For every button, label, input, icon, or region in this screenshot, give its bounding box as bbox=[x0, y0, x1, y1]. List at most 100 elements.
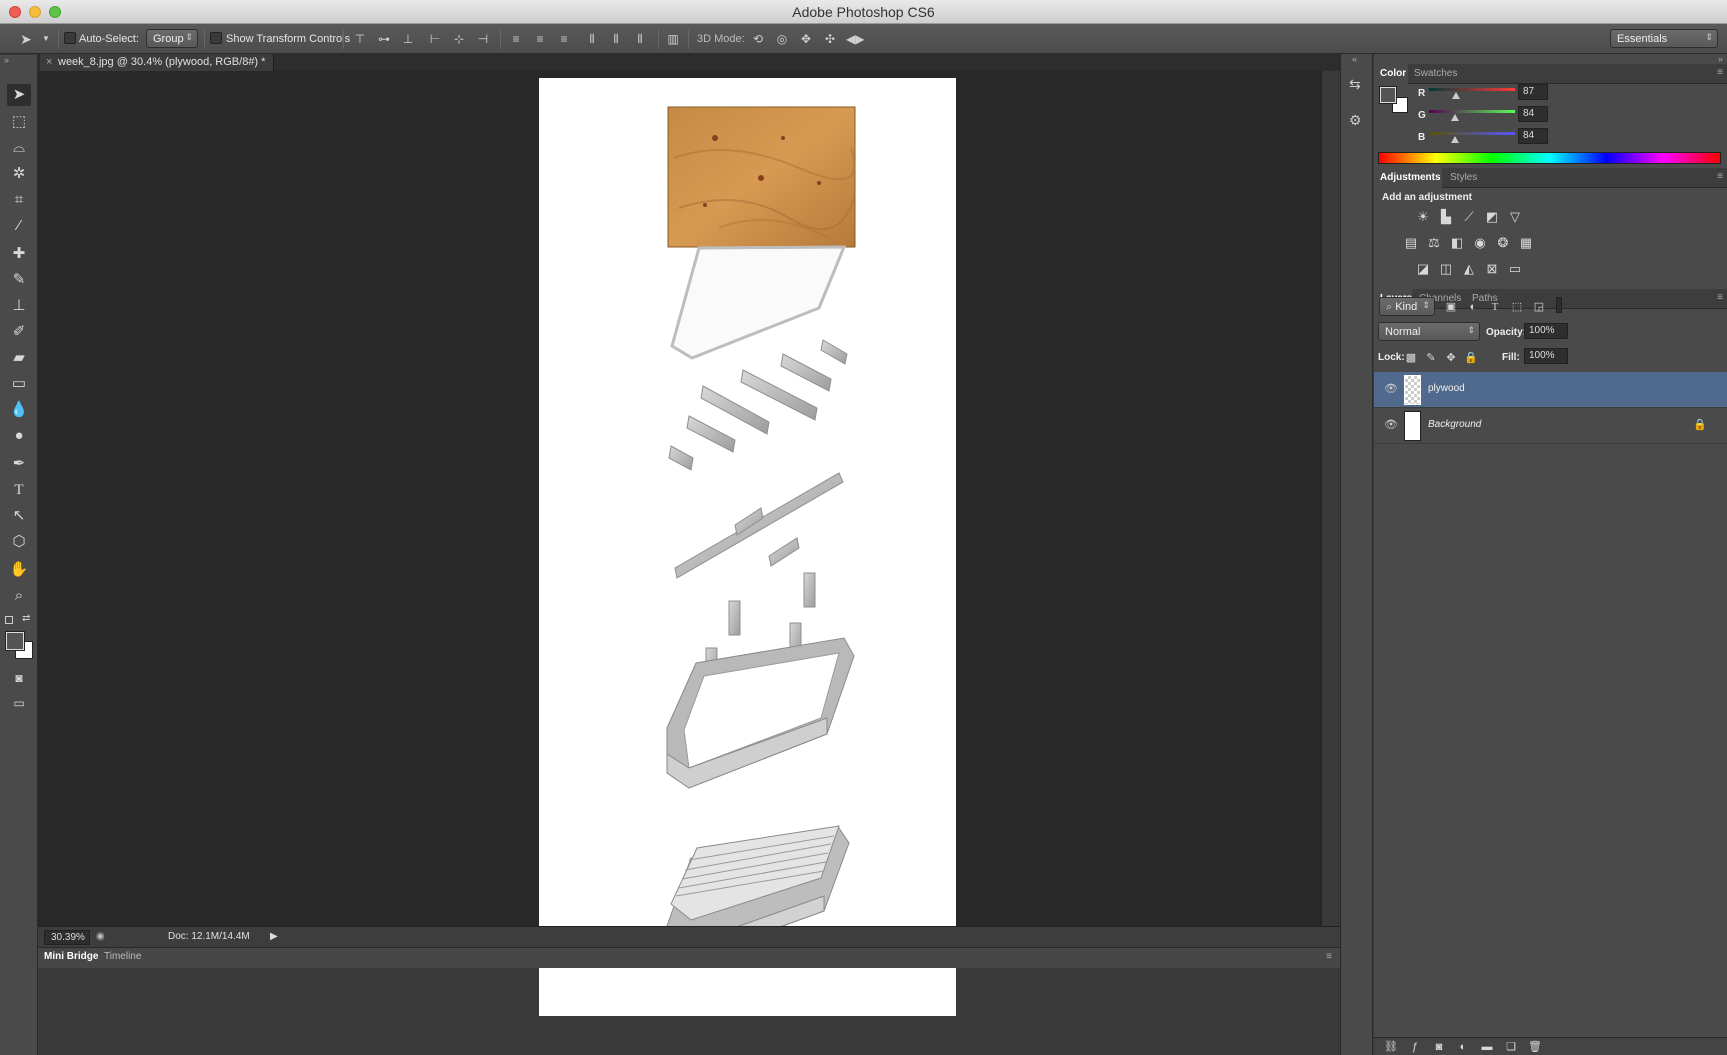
3d-rotate-icon[interactable]: ⟲ bbox=[750, 31, 766, 47]
channel-b-thumb[interactable] bbox=[1451, 136, 1459, 143]
tab-styles[interactable]: Styles bbox=[1450, 172, 1477, 183]
align-vcenter-icon[interactable]: ⊶ bbox=[376, 31, 392, 47]
swap-colors-icon[interactable]: ⇄ bbox=[22, 613, 30, 624]
eraser-tool-icon[interactable]: ▰ bbox=[7, 347, 31, 369]
panel-menu-icon[interactable]: ≡ bbox=[1717, 67, 1723, 78]
align-bottom-icon[interactable]: ⊥ bbox=[400, 31, 416, 47]
align-hcenter-icon[interactable]: ⊹ bbox=[451, 31, 467, 47]
distribute-top-icon[interactable]: ≡ bbox=[508, 31, 524, 47]
panel-menu-icon[interactable]: ≡ bbox=[1717, 292, 1723, 303]
show-transform-checkbox[interactable] bbox=[210, 32, 222, 44]
channel-r-thumb[interactable] bbox=[1452, 92, 1460, 99]
auto-align-icon[interactable]: ▥ bbox=[665, 31, 681, 47]
hue-saturation-icon[interactable]: ▤ bbox=[1402, 235, 1420, 251]
align-right-icon[interactable]: ⊣ bbox=[475, 31, 491, 47]
invert-icon[interactable]: ◪ bbox=[1414, 261, 1432, 277]
blur-tool-icon[interactable]: 💧 bbox=[7, 399, 31, 421]
blend-mode-dropdown[interactable]: Normal ⇕ bbox=[1378, 322, 1480, 341]
lock-all-icon[interactable]: 🔒 bbox=[1462, 350, 1480, 366]
eye-icon[interactable]: 👁 bbox=[1384, 382, 1398, 395]
chevron-down-icon[interactable]: ▼ bbox=[38, 31, 54, 47]
filter-pixel-icon[interactable]: ▣ bbox=[1442, 299, 1460, 315]
gradient-map-icon[interactable]: ▭ bbox=[1506, 261, 1524, 277]
tab-timeline[interactable]: Timeline bbox=[104, 951, 141, 962]
clone-stamp-tool-icon[interactable]: ⊥ bbox=[7, 295, 31, 317]
channel-g-slider[interactable] bbox=[1429, 110, 1515, 113]
auto-select-checkbox[interactable] bbox=[64, 32, 76, 44]
align-top-icon[interactable]: ⊤ bbox=[352, 31, 368, 47]
channel-g-thumb[interactable] bbox=[1451, 114, 1459, 121]
screen-mode-icon[interactable]: ▭ bbox=[7, 692, 31, 714]
delete-layer-icon[interactable]: 🗑 bbox=[1526, 1039, 1544, 1055]
distribute-hcenter-icon[interactable]: ⫴ bbox=[608, 31, 624, 47]
curves-icon[interactable]: ⟋ bbox=[1460, 209, 1478, 225]
document-tab[interactable]: × week_8.jpg @ 30.4% (plywood, RGB/8#) * bbox=[40, 54, 275, 71]
default-colors-icon[interactable] bbox=[5, 616, 13, 624]
black-white-icon[interactable]: ◧ bbox=[1448, 235, 1466, 251]
distribute-right-icon[interactable]: ⫴ bbox=[632, 31, 648, 47]
3d-slide-icon[interactable]: ✣ bbox=[822, 31, 838, 47]
color-fg-swatch[interactable] bbox=[1379, 86, 1397, 104]
channel-b-value[interactable]: 84 bbox=[1518, 128, 1548, 144]
expand-panels-icon[interactable]: » bbox=[1718, 54, 1723, 64]
fill-field[interactable]: 100% bbox=[1524, 348, 1568, 364]
foreground-color-swatch[interactable] bbox=[5, 631, 25, 651]
move-tool-icon[interactable]: ➤ bbox=[7, 84, 31, 106]
tab-adjustments[interactable]: Adjustments bbox=[1380, 172, 1441, 183]
new-adjustment-icon[interactable]: ◐ bbox=[1454, 1039, 1472, 1055]
history-brush-tool-icon[interactable]: ✐ bbox=[7, 321, 31, 343]
distribute-bottom-icon[interactable]: ≡ bbox=[556, 31, 572, 47]
panel-menu-icon[interactable]: ≡ bbox=[1717, 171, 1723, 182]
close-tab-icon[interactable]: × bbox=[46, 56, 52, 68]
3d-scale-icon[interactable]: ◀▶ bbox=[846, 31, 864, 47]
link-layers-icon[interactable]: ⛓ bbox=[1382, 1039, 1400, 1055]
align-left-icon[interactable]: ⊢ bbox=[427, 31, 443, 47]
crop-tool-icon[interactable]: ⌗ bbox=[7, 189, 31, 211]
history-panel-icon[interactable]: ⇆ bbox=[1349, 76, 1361, 93]
color-lookup-icon[interactable]: ▦ bbox=[1517, 235, 1535, 251]
filter-shape-icon[interactable]: ⬚ bbox=[1508, 299, 1526, 315]
lock-position-icon[interactable]: ✥ bbox=[1442, 350, 1460, 366]
vibrance-icon[interactable]: ▽ bbox=[1506, 209, 1524, 225]
channel-r-slider[interactable] bbox=[1429, 88, 1515, 91]
shape-tool-icon[interactable]: ⬡ bbox=[7, 531, 31, 553]
posterize-icon[interactable]: ◫ bbox=[1437, 261, 1455, 277]
channel-r-value[interactable]: 87 bbox=[1518, 84, 1548, 100]
status-menu-arrow-icon[interactable]: ▶ bbox=[270, 931, 278, 942]
add-mask-icon[interactable]: ◙ bbox=[1430, 1039, 1448, 1055]
tab-swatches[interactable]: Swatches bbox=[1414, 68, 1457, 79]
pen-tool-icon[interactable]: ✒ bbox=[7, 453, 31, 475]
type-tool-icon[interactable]: T bbox=[7, 479, 31, 501]
marquee-tool-icon[interactable]: ⬚ bbox=[7, 111, 31, 133]
channel-g-value[interactable]: 84 bbox=[1518, 106, 1548, 122]
eye-icon[interactable]: 👁 bbox=[1384, 418, 1398, 431]
exposure-icon[interactable]: ◩ bbox=[1483, 209, 1501, 225]
lasso-tool-icon[interactable]: ⌓ bbox=[7, 137, 31, 159]
distribute-vcenter-icon[interactable]: ≡ bbox=[532, 31, 548, 47]
brush-tool-icon[interactable]: ✎ bbox=[7, 269, 31, 291]
threshold-icon[interactable]: ◭ bbox=[1460, 261, 1478, 277]
new-group-icon[interactable]: ▬ bbox=[1478, 1039, 1496, 1055]
new-layer-icon[interactable]: ❏ bbox=[1502, 1039, 1520, 1055]
collapse-icon[interactable]: » bbox=[4, 55, 9, 65]
tab-color[interactable]: Color bbox=[1380, 68, 1406, 79]
zoom-tool-icon[interactable]: ⌕ bbox=[7, 585, 31, 607]
vertical-scrollbar[interactable] bbox=[1321, 71, 1340, 926]
panel-menu-icon[interactable]: ≡ bbox=[1326, 951, 1332, 962]
gradient-tool-icon[interactable]: ▭ bbox=[7, 373, 31, 395]
lock-transparent-icon[interactable]: ▩ bbox=[1402, 350, 1420, 366]
layer-row-plywood[interactable]: 👁 plywood bbox=[1374, 372, 1727, 408]
quick-mask-icon[interactable]: ◙ bbox=[7, 667, 31, 689]
document-canvas[interactable] bbox=[539, 78, 956, 1016]
workspace-switcher[interactable]: Essentials ⇕ bbox=[1610, 29, 1718, 48]
filter-toggle[interactable] bbox=[1556, 297, 1562, 313]
auto-select-dropdown[interactable]: Group ⇕ bbox=[146, 29, 198, 48]
eyedropper-tool-icon[interactable]: ⁄ bbox=[7, 215, 31, 237]
zoom-level-field[interactable]: 30.39% bbox=[44, 930, 90, 945]
filter-smart-object-icon[interactable]: ◲ bbox=[1530, 299, 1548, 315]
tab-mini-bridge[interactable]: Mini Bridge bbox=[44, 951, 98, 962]
hand-tool-icon[interactable]: ✋ bbox=[7, 559, 31, 581]
fx-icon[interactable]: ƒ bbox=[1406, 1039, 1424, 1055]
color-balance-icon[interactable]: ⚖ bbox=[1425, 235, 1443, 251]
selective-color-icon[interactable]: ⊠ bbox=[1483, 261, 1501, 277]
